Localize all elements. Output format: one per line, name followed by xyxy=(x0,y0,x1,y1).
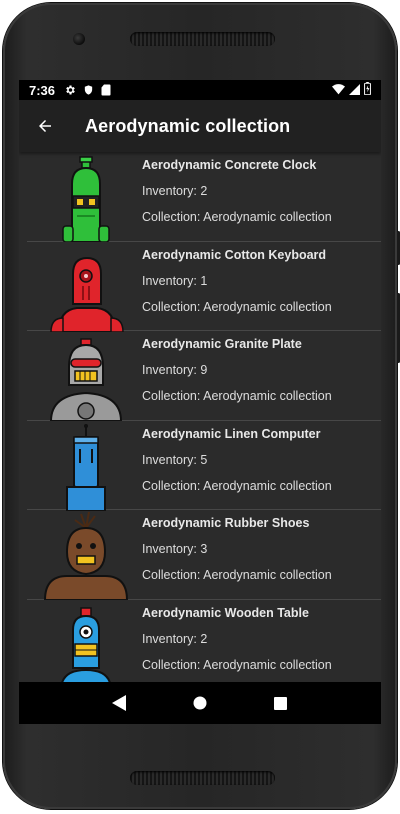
item-collection: Collection: Aerodynamic collection xyxy=(142,478,332,493)
navigation-bar xyxy=(19,682,381,724)
list-item[interactable]: Aerodynamic Concrete Clock Inventory: 2 … xyxy=(27,152,381,242)
nav-back-icon xyxy=(112,695,127,711)
item-collection: Collection: Aerodynamic collection xyxy=(142,389,332,404)
app-bar: Aerodynamic collection xyxy=(19,100,381,152)
status-time: 7:36 xyxy=(29,82,56,98)
item-inventory: Inventory: 2 xyxy=(142,184,208,198)
item-collection: Collection: Aerodynamic collection xyxy=(142,299,332,314)
front-camera xyxy=(73,33,85,45)
item-name: Aerodynamic Granite Plate xyxy=(142,337,302,352)
robot-image xyxy=(37,423,137,511)
item-name: Aerodynamic Concrete Clock xyxy=(142,158,317,172)
battery-icon xyxy=(364,82,371,98)
item-inventory: Inventory: 3 xyxy=(142,542,208,557)
signal-icon xyxy=(349,83,360,98)
product-list: Aerodynamic Concrete Clock Inventory: 2 … xyxy=(19,152,381,682)
nav-recents-button[interactable] xyxy=(266,688,296,718)
page-title: Aerodynamic collection xyxy=(85,115,291,136)
robot-image xyxy=(37,244,137,332)
nav-recents-icon xyxy=(274,696,288,710)
list-item[interactable]: Aerodynamic Linen Computer Inventory: 5 … xyxy=(27,421,381,511)
item-inventory: Inventory: 9 xyxy=(142,363,208,378)
item-inventory: Inventory: 5 xyxy=(142,452,208,467)
nav-home-icon xyxy=(193,696,207,710)
list-item[interactable]: Aerodynamic Rubber Shoes Inventory: 3 Co… xyxy=(27,510,381,601)
item-inventory: Inventory: 1 xyxy=(142,273,208,288)
item-name: Aerodynamic Rubber Shoes xyxy=(142,516,310,531)
arrow-back-icon xyxy=(39,120,51,132)
wifi-icon xyxy=(332,83,345,98)
bottom-speaker xyxy=(130,771,275,785)
item-name: Aerodynamic Linen Computer xyxy=(142,426,321,441)
status-bar: 7:36 xyxy=(19,80,381,100)
top-speaker xyxy=(130,32,275,46)
back-button[interactable] xyxy=(21,100,69,152)
robot-image xyxy=(37,333,137,422)
item-collection: Collection: Aerodynamic collection xyxy=(142,568,332,583)
robot-image xyxy=(37,154,137,242)
nav-back-button[interactable] xyxy=(104,688,134,718)
robot-image xyxy=(37,602,137,682)
item-collection: Collection: Aerodynamic collection xyxy=(142,210,332,224)
sd-card-icon xyxy=(99,83,113,97)
list-item[interactable]: Aerodynamic Cotton Keyboard Inventory: 1… xyxy=(27,242,381,332)
list-item[interactable]: Aerodynamic Wooden Table Inventory: 2 Co… xyxy=(27,600,381,682)
shield-icon xyxy=(81,83,95,97)
settings-icon xyxy=(63,83,77,97)
item-collection: Collection: Aerodynamic collection xyxy=(142,657,332,672)
list-item[interactable]: Aerodynamic Granite Plate Inventory: 9 C… xyxy=(27,331,381,422)
robot-image xyxy=(37,512,137,601)
nav-home-button[interactable] xyxy=(185,688,215,718)
item-name: Aerodynamic Cotton Keyboard xyxy=(142,247,327,262)
item-name: Aerodynamic Wooden Table xyxy=(142,605,309,620)
screen: 7:36 Aerodynamic collection Aerodynamic … xyxy=(19,80,381,724)
item-inventory: Inventory: 2 xyxy=(142,631,208,646)
